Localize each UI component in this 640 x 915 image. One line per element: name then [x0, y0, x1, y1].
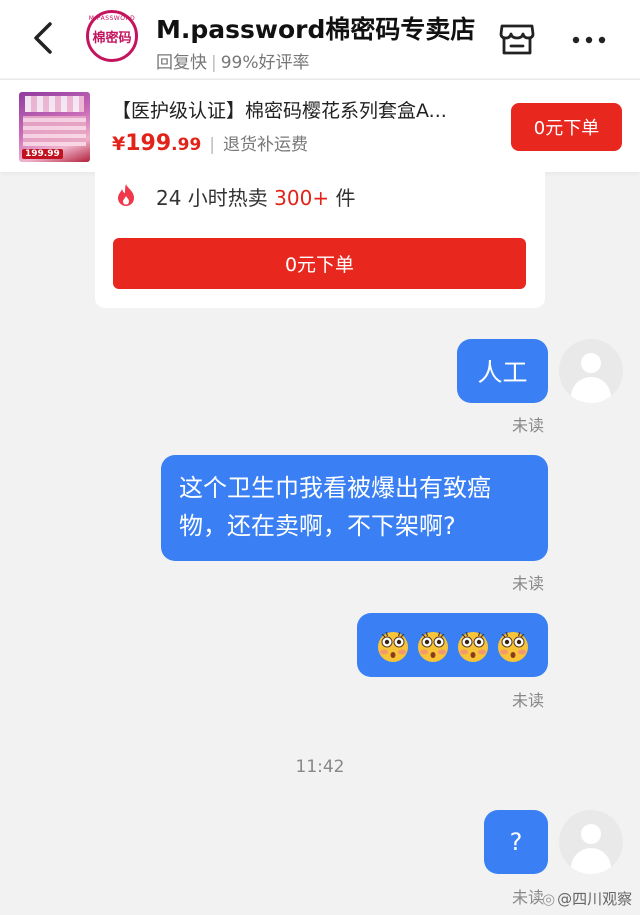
shop-logo-ring-text: M.PASSWORD: [88, 15, 136, 22]
product-thumbnail[interactable]: 199.99: [19, 92, 90, 162]
unread-status: 未读: [512, 888, 545, 907]
card-order-button[interactable]: 0元下单: [113, 238, 526, 289]
product-title[interactable]: 【医护级认证】棉密码樱花系列套盒A...: [112, 96, 447, 123]
unread-status: 未读: [512, 574, 545, 593]
emoji-message-bubble[interactable]: [357, 613, 548, 677]
shop-stats: 回复快 | 99%好评率: [156, 53, 310, 73]
back-arrow-icon[interactable]: [26, 18, 62, 58]
user-avatar[interactable]: [559, 810, 623, 874]
watermark: ◎ @四川观察: [542, 890, 633, 908]
product-price: ¥199.99 | 退货补运费: [112, 131, 309, 156]
unread-status: 未读: [512, 691, 545, 710]
fire-icon: [118, 184, 134, 206]
flushed-face-icon: [497, 631, 528, 662]
rating: 99%好评率: [220, 53, 310, 73]
shop-logo[interactable]: M.PASSWORD 棉密码: [86, 10, 138, 62]
more-options-icon[interactable]: [572, 36, 606, 44]
weibo-icon: ◎: [542, 890, 556, 908]
chat-timestamp: 11:42: [295, 757, 345, 777]
message-bubble[interactable]: 这个卫生巾我看被爆出有致癌物，还在卖啊，不下架啊?: [161, 455, 548, 561]
flushed-face-icon: [417, 631, 448, 662]
unread-status: 未读: [512, 416, 545, 435]
message-bubble[interactable]: ?: [484, 810, 548, 874]
shop-logo-text: 棉密码: [92, 30, 132, 46]
hot-sales-text: 24 小时热卖 300+ 件: [156, 186, 356, 210]
thumbnail-price: 199.99: [22, 149, 63, 159]
user-avatar[interactable]: [559, 339, 623, 403]
reply-speed: 回复快: [156, 53, 207, 73]
chat-header: M.PASSWORD 棉密码 M.password棉密码专卖店 回复快 | 99%好…: [0, 0, 640, 78]
zero-yuan-order-button[interactable]: 0元下单: [511, 103, 622, 151]
store-icon[interactable]: [498, 22, 536, 56]
return-shipping-note: 退货补运费: [223, 135, 309, 155]
shop-name[interactable]: M.password棉密码专卖店: [156, 10, 475, 46]
flushed-face-icon: [457, 631, 488, 662]
flushed-face-icon: [377, 631, 408, 662]
message-bubble[interactable]: 人工: [457, 339, 548, 403]
